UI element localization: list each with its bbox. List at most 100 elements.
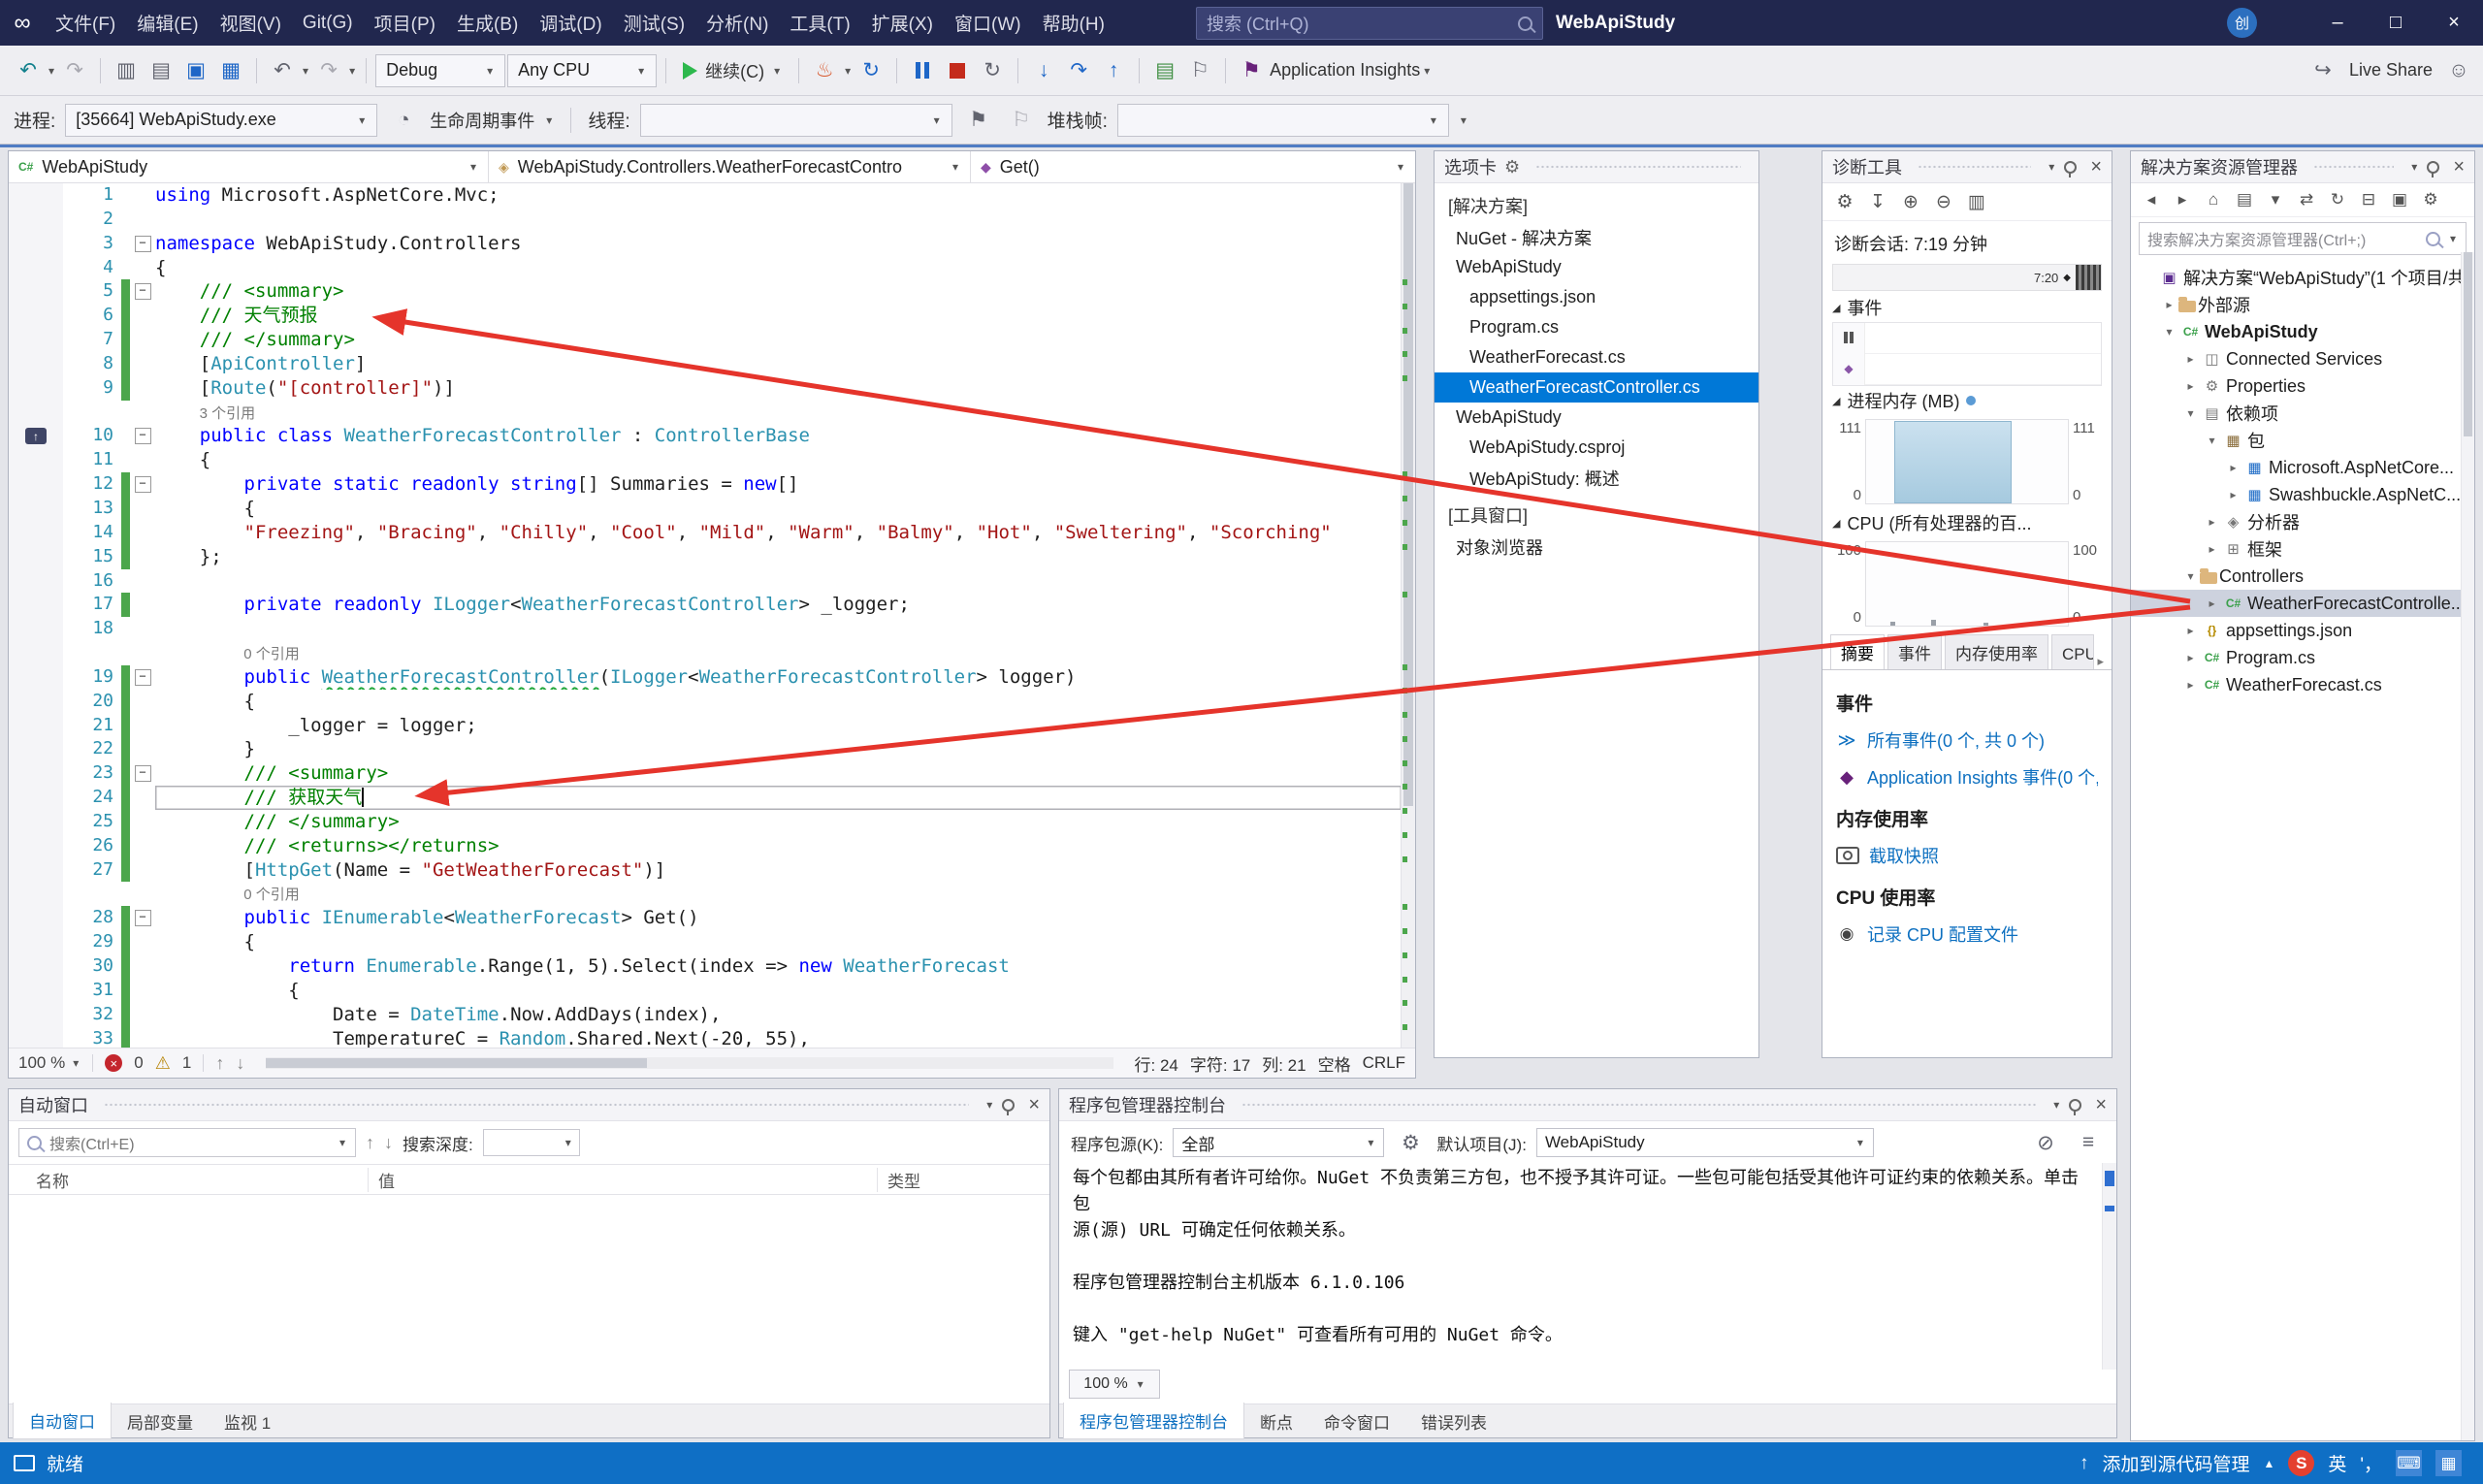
new-project-icon[interactable]: ▥ — [110, 54, 143, 87]
breakpoint-margin[interactable] — [9, 713, 63, 738]
live-share-icon[interactable]: ↪ — [2306, 54, 2339, 87]
menu-item[interactable]: Git(G) — [292, 0, 364, 46]
code-line-19[interactable]: 19 − public WeatherForecastController(ILo… — [9, 664, 1402, 690]
reset-view-icon[interactable]: ▥ — [1962, 187, 1991, 216]
breakpoint-margin[interactable] — [9, 472, 63, 497]
pin-icon[interactable] — [2427, 160, 2440, 177]
code-line-16[interactable]: 16 — [9, 568, 1402, 594]
expander-icon[interactable]: ▸ — [2181, 352, 2200, 366]
fold-margin[interactable] — [130, 545, 155, 569]
maximize-button[interactable]: □ — [2367, 0, 2425, 46]
column-name[interactable]: 名称 — [9, 1168, 368, 1192]
fold-margin[interactable] — [130, 690, 155, 714]
solution-configurations-dropdown[interactable]: Debug ▾ — [375, 53, 506, 87]
horizontal-scrollbar[interactable] — [266, 1057, 1113, 1069]
solution-scrollbar[interactable] — [2461, 252, 2474, 1440]
pmc-scrollbar[interactable] — [2102, 1163, 2116, 1370]
breakpoint-margin[interactable] — [9, 520, 63, 545]
pmc-zoom-control[interactable]: 100 % ▾ — [1069, 1370, 1160, 1399]
code-line-23[interactable]: 23 − /// <summary> — [9, 761, 1402, 787]
tab-events[interactable]: 事件 — [1887, 634, 1942, 669]
tab-list-item[interactable]: appsettings.json — [1435, 282, 1758, 312]
tree-item[interactable]: ▸ {} appsettings.json — [2131, 617, 2474, 644]
zoom-in-icon[interactable]: ⊕ — [1896, 187, 1925, 216]
code-line-26[interactable]: 26 /// <returns></returns> — [9, 833, 1402, 858]
menu-item[interactable]: 分析(N) — [695, 0, 779, 46]
expander-icon[interactable]: ▸ — [2181, 624, 2200, 637]
breakpoint-margin[interactable] — [9, 304, 63, 329]
code-line-15[interactable]: 15 }; — [9, 544, 1402, 569]
tab-package-manager-console[interactable]: 程序包管理器控制台 — [1063, 1403, 1244, 1439]
fold-margin[interactable] — [130, 714, 155, 738]
type-dropdown[interactable]: ◈ WebApiStudy.Controllers.WeatherForecas… — [489, 151, 971, 182]
next-issue-icon[interactable]: ↓ — [236, 1053, 244, 1074]
tree-item[interactable]: ▸ C# Program.cs — [2131, 644, 2474, 671]
clear-console-icon[interactable]: ⊘ — [2029, 1126, 2062, 1159]
breakpoint-margin[interactable] — [9, 375, 63, 401]
ime-language-indicator[interactable]: 英 — [2328, 1450, 2346, 1476]
code-area[interactable]: 1 using Microsoft.AspNetCore.Mvc; 2 3− names… — [9, 183, 1402, 1048]
code-line-1[interactable]: 1 using Microsoft.AspNetCore.Mvc; — [9, 183, 1402, 208]
expander-icon[interactable]: ▸ — [2224, 488, 2242, 501]
codelens-references[interactable]: 0 个引用 — [155, 887, 300, 903]
application-insights-label[interactable]: Application Insights — [1270, 60, 1420, 81]
fold-margin[interactable] — [130, 521, 155, 545]
menu-item[interactable]: 生成(B) — [446, 0, 529, 46]
tree-item[interactable]: ▸ ▦ Swashbuckle.AspNetC... — [2131, 481, 2474, 508]
live-share-label[interactable]: Live Share — [2349, 60, 2433, 81]
code-line-21[interactable]: 21 _logger = logger; — [9, 713, 1402, 738]
tab-list-item[interactable]: Program.cs — [1435, 312, 1758, 342]
tab-list-item[interactable]: 对象浏览器 — [1435, 532, 1758, 562]
tab-list-item[interactable]: WebApiStudy: 概述 — [1435, 463, 1758, 493]
ime-keyboard-icon[interactable]: ⌨ — [2396, 1450, 2422, 1476]
tab-watch1[interactable]: 监视 1 — [209, 1403, 286, 1439]
breakpoint-margin[interactable] — [9, 664, 63, 690]
stackframe-dropdown[interactable]: ▾ — [1116, 103, 1449, 137]
breakpoint-margin[interactable] — [9, 279, 63, 305]
fold-margin[interactable] — [130, 401, 155, 425]
home-icon[interactable]: ⌂ — [2199, 186, 2228, 213]
breakpoint-margin[interactable] — [9, 906, 63, 931]
code-line-3[interactable]: 3 − namespace WebApiStudy.Controllers — [9, 231, 1402, 256]
breakpoint-margin[interactable] — [9, 448, 63, 473]
step-out-icon[interactable]: ↑ — [1097, 54, 1130, 87]
code-line-33[interactable]: 33 TemperatureC = Random.Shared.Next(-20… — [9, 1026, 1402, 1048]
select-tools-gear-icon[interactable]: ⚙ — [1830, 187, 1859, 216]
thread-dropdown[interactable]: ▾ — [639, 103, 952, 137]
code-line-17[interactable]: 17 private readonly ILogger<WeatherForec… — [9, 593, 1402, 618]
nav-forward-icon[interactable]: ↷ — [58, 54, 91, 87]
redo-icon[interactable]: ↷ — [312, 54, 345, 87]
code-line-29[interactable]: 29 { — [9, 930, 1402, 954]
breakpoint-margin[interactable] — [9, 617, 63, 642]
code-line-4[interactable]: 4{ — [9, 255, 1402, 280]
scrollbar-thumb[interactable] — [266, 1058, 648, 1068]
fold-margin[interactable]: − — [130, 424, 155, 448]
menu-item[interactable]: 帮助(H) — [1032, 0, 1115, 46]
expander-icon[interactable]: ▸ — [2181, 379, 2200, 393]
expander-icon[interactable]: ▸ — [2203, 542, 2221, 556]
take-snapshot-link[interactable]: 截取快照 — [1836, 843, 2098, 868]
tab-locals[interactable]: 局部变量 — [112, 1403, 209, 1439]
expander-icon[interactable]: ▸ — [2203, 597, 2221, 610]
breakpoint-margin[interactable] — [9, 351, 63, 376]
fold-margin[interactable]: − — [130, 472, 155, 497]
expander-icon[interactable]: ▸ — [2181, 651, 2200, 664]
code-line-32[interactable]: 32 Date = DateTime.Now.AddDays(index), — [9, 1002, 1402, 1027]
breakpoint-margin[interactable] — [9, 786, 63, 810]
fold-margin[interactable] — [130, 497, 155, 521]
breakpoint-margin[interactable] — [9, 737, 63, 762]
code-line-9[interactable]: 9 [Route("[controller]")] — [9, 375, 1402, 401]
fold-margin[interactable] — [130, 208, 155, 232]
tab-memory-usage[interactable]: 内存使用率 — [1945, 634, 2048, 669]
tab-error-list[interactable]: 错误列表 — [1405, 1403, 1502, 1439]
chevron-down-icon[interactable]: ▾ — [48, 64, 54, 78]
tree-item[interactable]: ▸ C# WeatherForecastControlle... — [2131, 590, 2474, 617]
save-icon[interactable]: ▣ — [179, 54, 212, 87]
code-line-6[interactable]: 6 /// 天气预报 — [9, 304, 1402, 329]
tree-item[interactable]: ▸ ⊞ 框架 — [2131, 535, 2474, 563]
fold-margin[interactable] — [130, 954, 155, 979]
autos-search-box[interactable]: 搜索(Ctrl+E) ▾ — [18, 1128, 356, 1157]
application-insights-flag-icon[interactable]: ⚑ — [1235, 54, 1268, 87]
chevron-down-icon[interactable]: ▾ — [845, 64, 851, 78]
breakpoint-margin[interactable] — [9, 930, 63, 954]
